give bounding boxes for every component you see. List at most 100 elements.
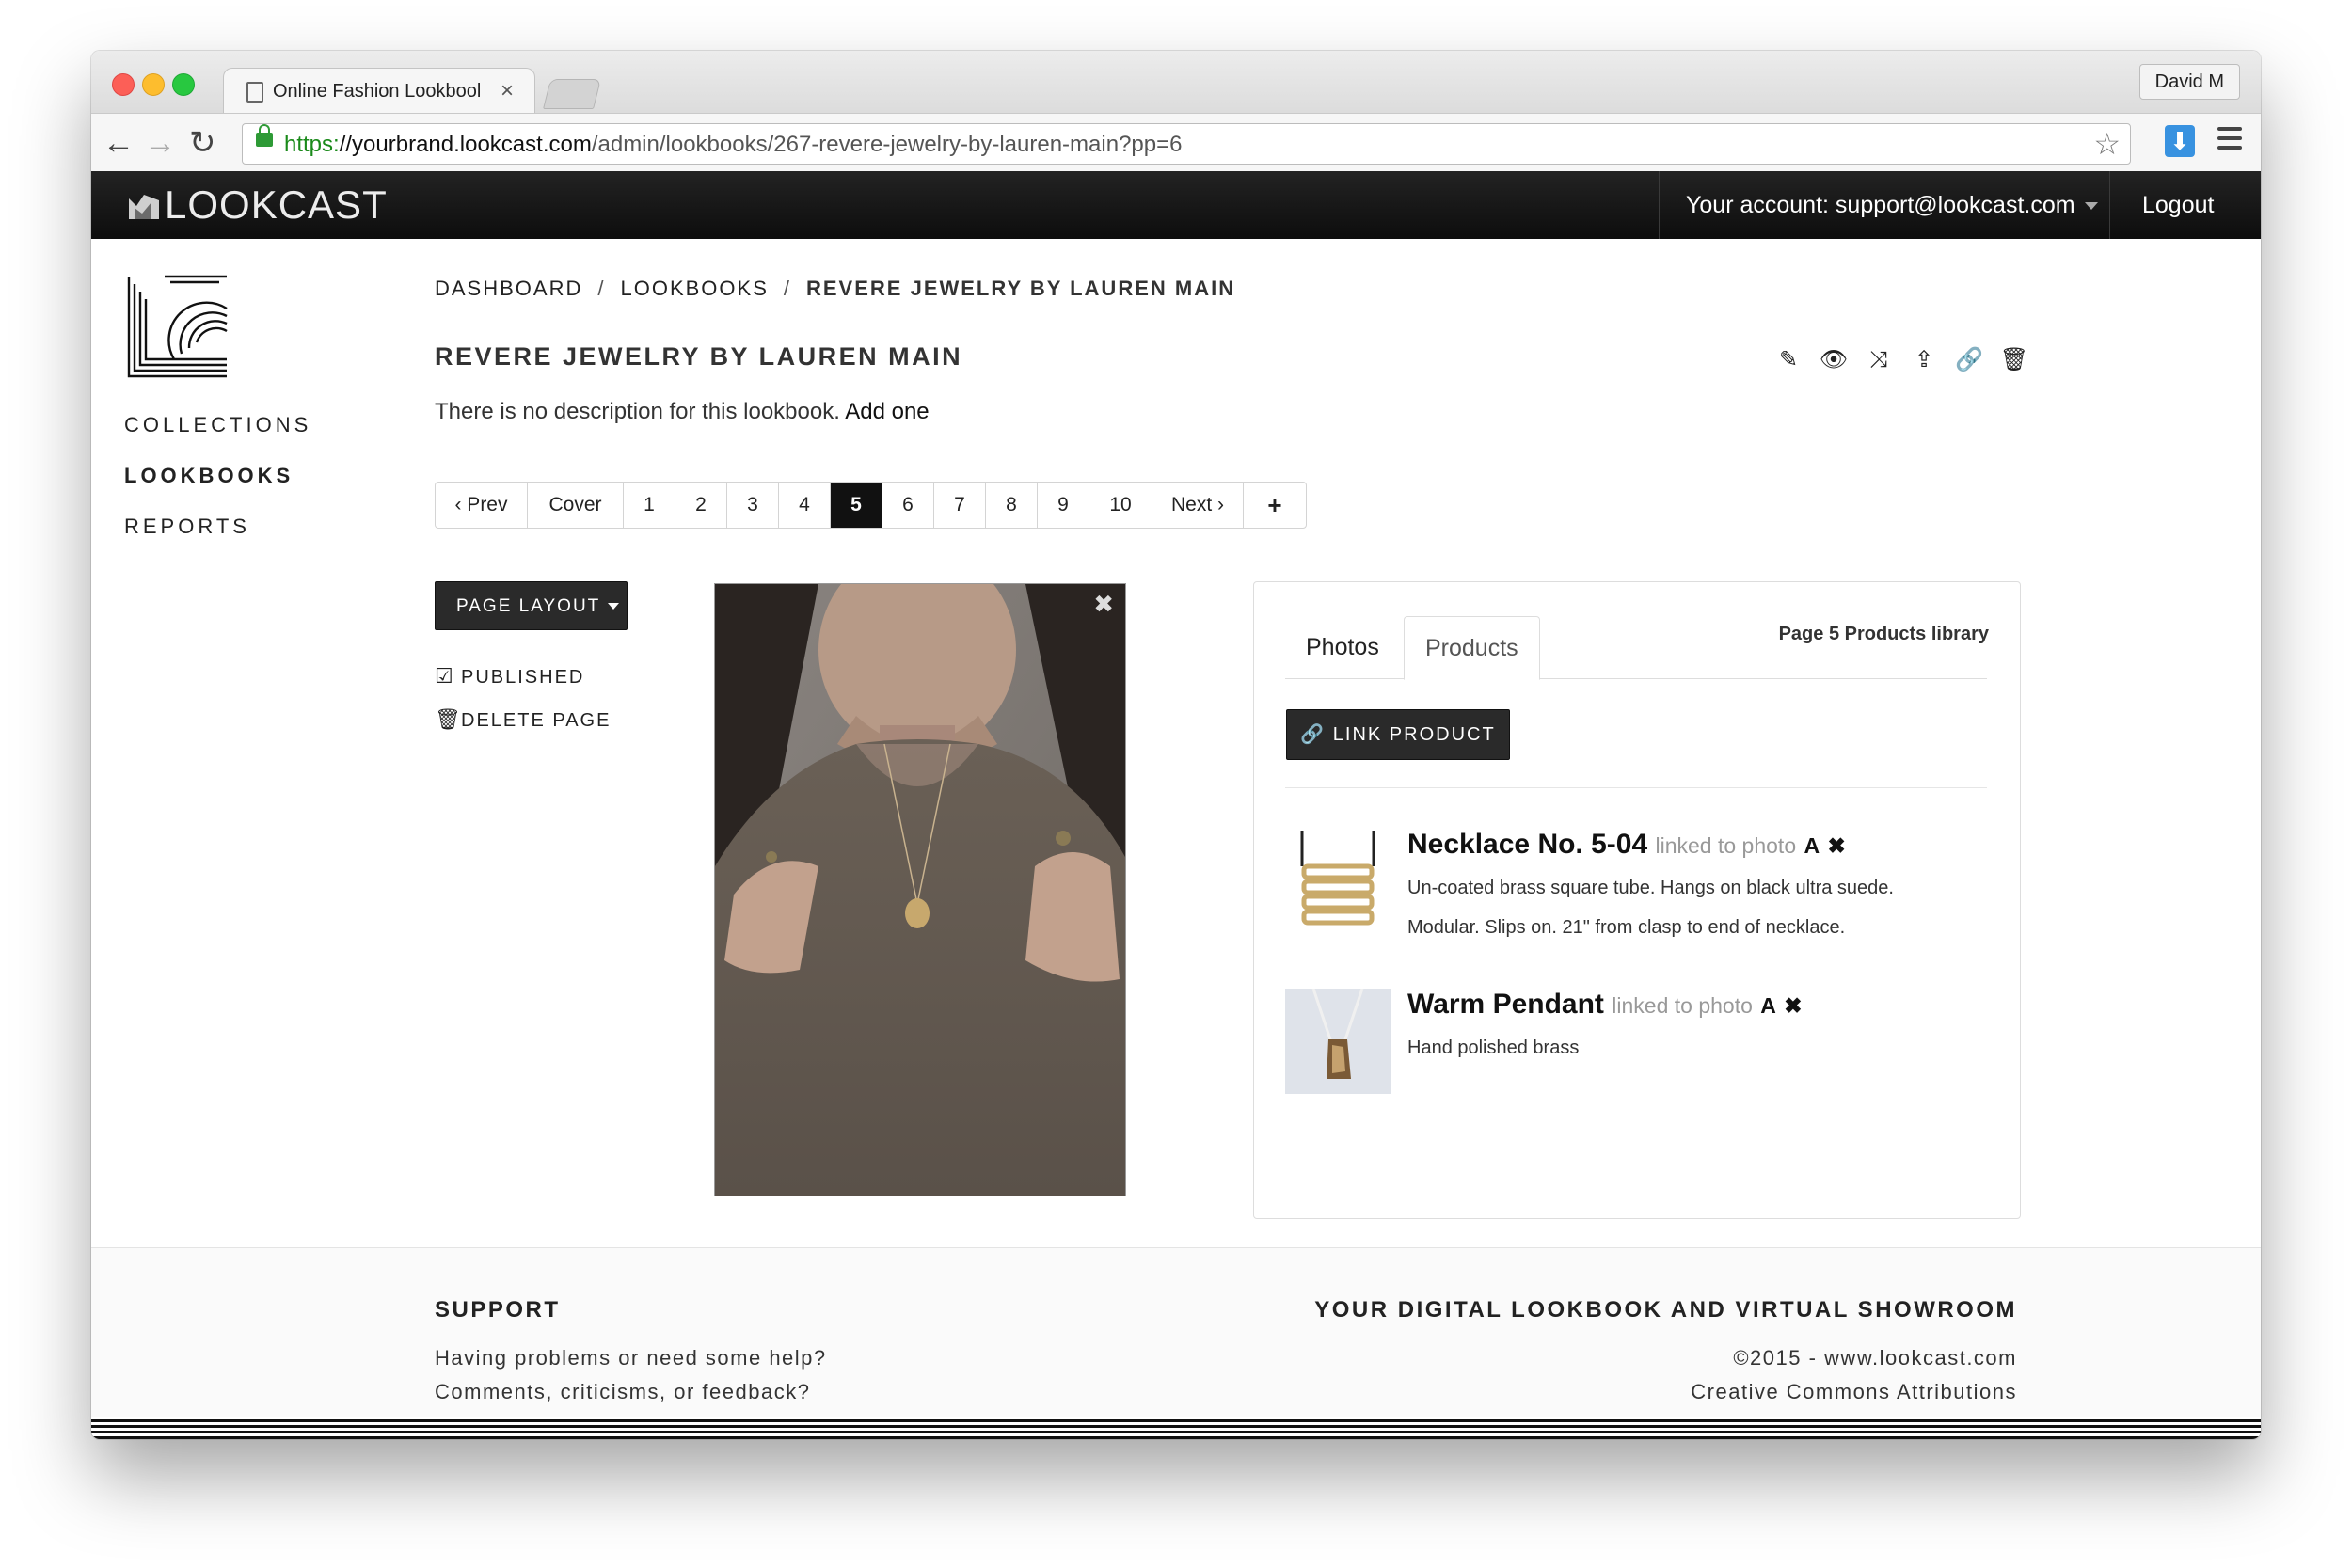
reload-icon[interactable]: ↻ — [189, 125, 216, 161]
add-description-link[interactable]: Add one — [845, 399, 929, 424]
pager-page-9[interactable]: 9 — [1038, 483, 1089, 528]
share-icon[interactable]: ⇪ — [1901, 346, 1947, 373]
tab-products[interactable]: Products — [1404, 616, 1540, 680]
linked-to-photo-text: linked to photo — [1655, 833, 1797, 858]
product-item: Necklace No. 5-04 linked to photo A ✖ Un… — [1285, 829, 1987, 960]
product-name[interactable]: Warm Pendant linked to photo A ✖ — [1407, 989, 1802, 1021]
page-photo[interactable]: ✖ — [714, 583, 1126, 1196]
link-icon: 🔗 — [1300, 724, 1333, 745]
footer-stripes — [91, 1417, 2261, 1439]
app-header: LOOKCAST Your account: support@lookcast.… — [91, 171, 2261, 239]
linked-photo-label: A — [1760, 993, 1776, 1018]
pager-page-3[interactable]: 3 — [727, 483, 779, 528]
new-tab-button[interactable] — [543, 79, 601, 109]
tab-title: Online Fashion Lookbook | — [273, 81, 480, 102]
product-description-line: Hand polished brass — [1407, 1037, 1580, 1058]
linked-photo-label: A — [1804, 833, 1820, 858]
page-pagination: ‹ Prev Cover 1 2 3 4 5 6 7 8 9 10 Next ›… — [435, 482, 1307, 529]
shuffle-icon[interactable]: ⤨ — [1856, 347, 1901, 373]
account-label: Your account: support@lookcast.com — [1686, 192, 2075, 218]
products-library-label: Page 5 Products library — [1778, 624, 1989, 644]
breadcrumb-current: REVERE JEWELRY BY LAUREN MAIN — [806, 277, 1236, 300]
page-layout-button[interactable]: PAGE LAYOUT — [435, 581, 628, 630]
back-arrow-icon[interactable]: ← — [103, 125, 135, 161]
download-icon[interactable]: ⬇ — [2165, 125, 2195, 157]
page-layout-label: PAGE LAYOUT — [456, 596, 601, 616]
address-bar[interactable]: https://yourbrand.lookcast.com/admin/loo… — [242, 123, 2131, 165]
model-photo-image — [715, 584, 1125, 1196]
add-page-button[interactable]: + — [1244, 483, 1306, 528]
products-panel: Photos Products Page 5 Products library … — [1253, 581, 2021, 1219]
edit-icon[interactable]: ✎ — [1766, 346, 1811, 373]
url-host: //yourbrand.lookcast.com — [339, 132, 592, 157]
url-scheme: https: — [284, 132, 340, 157]
trash-icon[interactable]: 🗑 — [1992, 346, 2037, 373]
support-help-link[interactable]: Having problems or need some help? — [435, 1346, 827, 1370]
sidebar-nav: COLLECTIONS LOOKBOOKS REPORTS — [124, 413, 311, 565]
pager-page-5[interactable]: 5 — [831, 483, 882, 528]
product-thumbnail[interactable] — [1285, 989, 1391, 1094]
breadcrumb-dashboard[interactable]: DASHBOARD — [435, 277, 582, 300]
delete-page-link[interactable]: 🗑DELETE PAGE — [435, 707, 611, 732]
close-window-button[interactable] — [112, 73, 135, 96]
footer-copyright[interactable]: ©2015 - www.lookcast.com — [1733, 1346, 2017, 1370]
pager-page-8[interactable]: 8 — [986, 483, 1038, 528]
lookbook-description: There is no description for this lookboo… — [435, 399, 930, 425]
breadcrumb-lookbooks[interactable]: LOOKBOOKS — [620, 277, 768, 300]
product-description-line: Modular. Slips on. 21" from clasp to end… — [1407, 917, 1846, 938]
pager-page-10[interactable]: 10 — [1089, 483, 1152, 528]
pager-prev[interactable]: ‹ Prev — [436, 483, 528, 528]
pager-cover[interactable]: Cover — [528, 483, 624, 528]
delete-page-label: DELETE PAGE — [461, 710, 612, 731]
sidebar-item-reports[interactable]: REPORTS — [124, 515, 311, 539]
minimize-window-button[interactable] — [142, 73, 165, 96]
breadcrumb-separator: / — [597, 277, 606, 300]
maximize-window-button[interactable] — [172, 73, 195, 96]
footer: SUPPORT Having problems or need some hel… — [91, 1247, 2261, 1418]
sidebar-item-collections[interactable]: COLLECTIONS — [124, 413, 311, 437]
checkbox-checked-icon: ☑ — [435, 664, 455, 688]
forward-arrow-icon[interactable]: → — [144, 125, 176, 161]
link-product-label: LINK PRODUCT — [1332, 724, 1496, 745]
logout-link[interactable]: Logout — [2109, 171, 2246, 239]
brand-logo-text[interactable]: LOOKCAST — [165, 182, 388, 228]
menu-icon[interactable] — [2217, 127, 2242, 155]
product-title: Warm Pendant — [1407, 989, 1604, 1020]
url-text[interactable]: https://yourbrand.lookcast.com/admin/loo… — [284, 132, 1182, 158]
lock-icon — [256, 124, 273, 147]
breadcrumb: DASHBOARD / LOOKBOOKS / REVERE JEWELRY BY LA… — [435, 277, 1235, 301]
account-dropdown[interactable]: Your account: support@lookcast.com — [1659, 171, 2124, 239]
remove-photo-icon[interactable]: ✖ — [1093, 590, 1114, 619]
caret-down-icon — [2084, 202, 2098, 211]
trash-icon: 🗑 — [435, 707, 463, 731]
product-thumbnail[interactable] — [1285, 829, 1391, 934]
divider — [1285, 787, 1987, 788]
pager-page-2[interactable]: 2 — [675, 483, 727, 528]
breadcrumb-separator: / — [783, 277, 791, 300]
profile-button[interactable]: David M — [2138, 64, 2240, 100]
title-bar: Online Fashion Lookbook | × David M — [91, 51, 2261, 118]
unlink-close-icon[interactable]: ✖ — [1827, 833, 1845, 858]
tab-photos[interactable]: Photos — [1285, 616, 1400, 678]
pager-page-6[interactable]: 6 — [882, 483, 934, 528]
unlink-close-icon[interactable]: ✖ — [1784, 993, 1802, 1018]
pager-page-7[interactable]: 7 — [934, 483, 986, 528]
pager-next[interactable]: Next › — [1152, 483, 1244, 528]
footer-license: Creative Commons Attributions — [1691, 1380, 2017, 1403]
bookmark-star-icon[interactable]: ☆ — [2093, 126, 2121, 162]
link-product-button[interactable]: 🔗 LINK PRODUCT — [1286, 709, 1510, 760]
preview-eye-icon[interactable]: 👁 — [1811, 346, 1856, 373]
browser-tab[interactable]: Online Fashion Lookbook | × — [223, 68, 535, 118]
linked-to-photo-text: linked to photo — [1612, 993, 1753, 1018]
product-name[interactable]: Necklace No. 5-04 linked to photo A ✖ — [1407, 829, 1846, 861]
pager-page-4[interactable]: 4 — [779, 483, 831, 528]
support-feedback-link[interactable]: Comments, criticisms, or feedback? — [435, 1380, 810, 1404]
published-toggle[interactable]: ☑ PUBLISHED — [435, 664, 584, 689]
attach-link-icon[interactable]: 🔗 — [1947, 346, 1992, 373]
tab-close-icon[interactable]: × — [501, 78, 514, 104]
document-icon — [246, 82, 263, 103]
sidebar-item-lookbooks[interactable]: LOOKBOOKS — [124, 464, 311, 488]
lookcast-logo-icon[interactable] — [129, 195, 159, 219]
brand-mark-icon — [127, 275, 228, 378]
pager-page-1[interactable]: 1 — [624, 483, 675, 528]
